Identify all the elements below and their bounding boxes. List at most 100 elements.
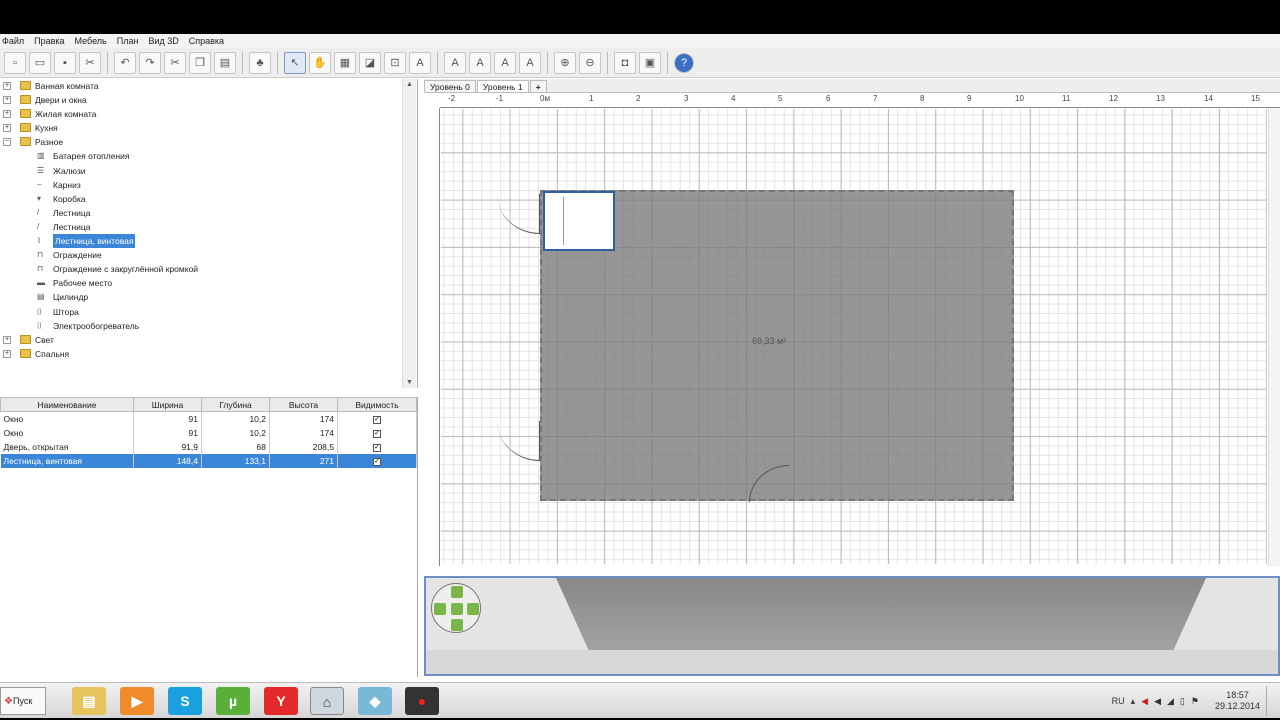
increase-text-icon[interactable]: A: [469, 51, 491, 74]
tray-expand-icon[interactable]: ▴: [1131, 696, 1136, 707]
tree-item[interactable]: ▬ Рабочее место: [0, 276, 417, 290]
menu-help[interactable]: Справка: [189, 36, 224, 46]
show-desktop-button[interactable]: [1266, 686, 1274, 716]
tree-item-selected[interactable]: ⌇ Лестница, винтовая: [0, 234, 417, 249]
tree-item[interactable]: ⌷ Электрообогреватель: [0, 319, 417, 333]
app-icon[interactable]: ◆: [358, 687, 392, 715]
add-level-button[interactable]: +: [529, 80, 547, 92]
tree-item[interactable]: ▤ Цилиндр: [0, 290, 417, 304]
zoom-out-icon[interactable]: ⊖: [579, 51, 601, 74]
menu-file[interactable]: Файл: [2, 36, 24, 46]
table-row-selected[interactable]: Лестница, винтовая 148,4 133,1 271 ✓: [0, 453, 417, 468]
yandex-browser-icon[interactable]: Y: [264, 687, 298, 715]
zoom-in-icon[interactable]: ⊕: [554, 51, 576, 74]
create-dimensions-icon[interactable]: ⊡: [384, 51, 406, 74]
catalog-scrollbar[interactable]: ▲ ▼: [402, 79, 416, 388]
tree-item[interactable]: / Лестница: [0, 206, 417, 220]
decrease-text-icon[interactable]: A: [494, 51, 516, 74]
table-row[interactable]: Окно 91 10,2 174 ✓: [0, 425, 417, 440]
menu-plan[interactable]: План: [117, 36, 139, 46]
tree-category-doors-windows[interactable]: + Двери и окна: [0, 93, 417, 107]
add-text-icon[interactable]: A: [409, 51, 431, 74]
column-header-height[interactable]: Высота: [269, 397, 338, 412]
explorer-icon[interactable]: ▤: [72, 687, 106, 715]
tree-category-bedroom[interactable]: + Спальня: [0, 347, 417, 361]
record-icon[interactable]: ●: [405, 687, 439, 715]
expand-icon[interactable]: +: [3, 335, 11, 344]
expand-icon[interactable]: +: [3, 349, 11, 358]
bold-text-icon[interactable]: A: [519, 51, 541, 74]
column-header-visibility[interactable]: Видимость: [337, 397, 417, 412]
collapse-icon[interactable]: −: [3, 138, 11, 147]
new-icon[interactable]: ▫: [4, 51, 26, 74]
create-rooms-icon[interactable]: ◪: [359, 51, 381, 74]
open-icon[interactable]: ▭: [29, 51, 51, 74]
language-indicator[interactable]: RU: [1112, 696, 1125, 706]
menu-furniture[interactable]: Мебель: [75, 36, 107, 46]
skype-icon[interactable]: S: [168, 687, 202, 715]
tree-item[interactable]: ⊓ Ограждение с закруглённой кромкой: [0, 262, 417, 276]
nav-right-icon[interactable]: [467, 603, 479, 615]
table-row[interactable]: Окно 91 10,2 174 ✓: [0, 411, 417, 426]
visibility-checkbox[interactable]: ✓: [373, 430, 381, 438]
redo-icon[interactable]: ↷: [139, 51, 161, 74]
battery-icon[interactable]: ▯: [1180, 696, 1185, 707]
nav-center-icon[interactable]: [451, 603, 463, 615]
tree-category-misc[interactable]: − Разное: [0, 135, 417, 149]
visibility-checkbox[interactable]: ✓: [373, 444, 381, 452]
tree-category-living-room[interactable]: + Жилая комната: [0, 107, 417, 121]
nav-down-icon[interactable]: [451, 619, 463, 631]
tree-category-bathroom[interactable]: + Ванная комната: [0, 79, 417, 93]
volume-mute-icon[interactable]: ◀: [1141, 696, 1148, 707]
tree-item[interactable]: / Лестница: [0, 220, 417, 234]
column-header-width[interactable]: Ширина: [133, 397, 202, 412]
expand-icon[interactable]: +: [3, 96, 11, 105]
copy-icon[interactable]: ❐: [189, 51, 211, 74]
preferences-icon[interactable]: ✂: [79, 51, 101, 74]
tree-category-light[interactable]: + Свет: [0, 333, 417, 347]
utorrent-icon[interactable]: µ: [216, 687, 250, 715]
cut-icon[interactable]: ✂: [164, 51, 186, 74]
tree-item[interactable]: ⊓ Ограждение: [0, 248, 417, 262]
3d-view[interactable]: [424, 576, 1280, 676]
plan-scrollbar[interactable]: [1268, 108, 1280, 566]
menu-edit[interactable]: Правка: [34, 36, 64, 46]
expand-icon[interactable]: +: [3, 124, 11, 133]
nav-left-icon[interactable]: [434, 603, 446, 615]
save-icon[interactable]: ▪: [54, 51, 76, 74]
visibility-checkbox[interactable]: ✓: [373, 416, 381, 425]
start-button[interactable]: ❖Пуск: [0, 687, 46, 715]
clock[interactable]: 18:57 29.12.2014: [1215, 690, 1260, 712]
tree-item[interactable]: ‒ Карниз: [0, 178, 417, 192]
tree-item[interactable]: ▾ Коробка: [0, 192, 417, 206]
media-player-icon[interactable]: ▶: [120, 687, 154, 715]
tree-item[interactable]: ⌷ Штора: [0, 305, 417, 319]
expand-icon[interactable]: +: [3, 110, 11, 119]
nav-up-icon[interactable]: [451, 586, 463, 598]
action-center-icon[interactable]: ⚑: [1191, 696, 1199, 707]
help-icon[interactable]: ?: [674, 52, 694, 73]
tab-level-1[interactable]: Уровень 1: [476, 80, 529, 92]
navigation-arrows-icon[interactable]: [431, 583, 481, 633]
pan-icon[interactable]: ✋: [309, 51, 331, 74]
create-video-icon[interactable]: ▣: [639, 51, 661, 74]
visibility-checkbox[interactable]: ✓: [373, 458, 381, 466]
create-walls-icon[interactable]: ▦: [334, 51, 356, 74]
undo-icon[interactable]: ↶: [114, 51, 136, 74]
tree-item[interactable]: ☰ Жалюзи: [0, 164, 417, 178]
column-header-depth[interactable]: Глубина: [201, 397, 270, 412]
tree-item[interactable]: ▥ Батарея отопления: [0, 149, 417, 163]
tab-level-0[interactable]: Уровень 0: [424, 80, 476, 92]
scroll-up-icon[interactable]: ▲: [406, 81, 413, 88]
sweet-home-3d-icon[interactable]: ⌂: [310, 687, 344, 715]
table-row[interactable]: Дверь, открытая 91,9 68 208,5 ✓: [0, 439, 417, 454]
scroll-down-icon[interactable]: ▼: [406, 379, 413, 386]
volume-icon[interactable]: ◀: [1154, 696, 1161, 707]
select-icon[interactable]: ↖: [284, 51, 306, 74]
create-photo-icon[interactable]: ◘: [614, 51, 636, 74]
add-furniture-icon[interactable]: ♣: [249, 51, 271, 74]
column-header-name[interactable]: Наименование: [0, 397, 134, 412]
paste-icon[interactable]: ▤: [214, 51, 236, 74]
text-style-icon[interactable]: A: [444, 51, 466, 74]
plan-view[interactable]: -2 -1 0м 1 2 3 4 5 6 7 8 9 10 11 12 13 1…: [424, 94, 1280, 566]
